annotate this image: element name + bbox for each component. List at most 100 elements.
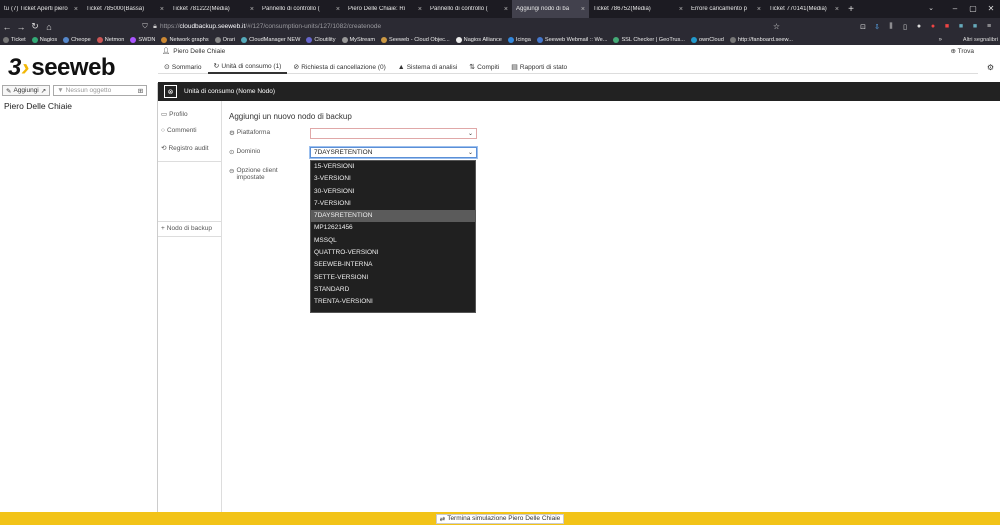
url-bar[interactable]: ⛉ 🔒︎ https://cloudbackup.seeweb.it/#/127… <box>140 20 780 33</box>
dropdown-option[interactable]: 3-VERSIONI <box>311 173 475 185</box>
bookmark-item[interactable]: ownCloud <box>688 37 727 43</box>
tab-list-icon[interactable]: ⌄ <box>924 0 938 18</box>
bookmark-item[interactable]: Ticket <box>0 37 29 43</box>
maximize-icon[interactable]: ▢ <box>964 0 982 18</box>
browser-tab[interactable]: Pannello di controllo (× <box>426 0 512 18</box>
browser-tab[interactable]: Ticket 786752(Media) × <box>589 0 687 18</box>
find-link[interactable]: ⊕ Trova <box>950 47 974 55</box>
subnav-backup-node[interactable]: + Nodo di backup <box>161 225 212 232</box>
nav-tab[interactable]: ⊘ Richiesta di cancellazione (0) <box>287 61 391 74</box>
bookmark-label: Ticket <box>11 37 26 43</box>
bookmarks-more-icon[interactable]: » <box>939 35 942 45</box>
library-icon[interactable]: ⫼ <box>884 23 898 31</box>
bookmark-item[interactable]: Icinga <box>505 37 534 43</box>
domain-select[interactable]: 7DAYSRETENTION ⌄ <box>310 147 477 158</box>
browser-tab[interactable]: Ticket 781222(Media) × <box>168 0 258 18</box>
dropdown-option[interactable]: SEEWEB-INTERNA <box>311 259 475 271</box>
extension-blue-icon[interactable]: ■ <box>954 23 968 30</box>
browser-tab[interactable]: Ticket 770141(Media) × <box>765 0 843 18</box>
nav-tab-icon: ▲ <box>397 63 405 71</box>
seeweb-logo[interactable]: 3› seeweb <box>8 53 148 83</box>
extension-icon[interactable]: ● <box>912 23 926 30</box>
bookmark-item[interactable]: SWDN <box>127 37 158 43</box>
tab-close-icon[interactable]: × <box>504 6 508 13</box>
other-bookmarks[interactable]: Altri segnalibri <box>963 35 1000 45</box>
new-tab-icon[interactable]: + <box>843 4 859 15</box>
nav-tab[interactable]: ▤ Rapporti di stato <box>505 61 573 74</box>
sidebar-icon[interactable]: ▯ <box>898 23 912 31</box>
tab-close-icon[interactable]: × <box>336 6 340 13</box>
bookmark-item[interactable]: SSL Checker | GeoTrus... <box>610 37 688 43</box>
shield-icon: ⛉ <box>142 22 148 30</box>
nav-tab[interactable]: ⇅ Compiti <box>463 61 505 74</box>
tab-close-icon[interactable]: × <box>835 6 839 13</box>
browser-tab[interactable]: Piero Delle Chiaie: Ri × <box>344 0 426 18</box>
dropdown-option[interactable]: STANDARD <box>311 284 475 296</box>
bookmark-item[interactable]: Cheope <box>60 37 94 43</box>
browser-tab[interactable]: tu (7) Ticket Aperti piero × <box>0 0 82 18</box>
back-icon[interactable]: ← <box>0 22 14 32</box>
subnav-audit[interactable]: ⟲ Registro audit <box>161 144 209 153</box>
minimize-icon[interactable]: – <box>946 0 964 18</box>
nav-tab[interactable]: ⊙ Sommario <box>158 61 208 74</box>
bookmark-item[interactable]: CloudManager NEW <box>238 37 303 43</box>
tab-close-icon[interactable]: × <box>418 6 422 13</box>
add-button[interactable]: ✎ Aggiungi ↗ <box>2 85 51 96</box>
domain-value: 7DAYSRETENTION <box>314 149 373 156</box>
bookmark-item[interactable]: Cloutility <box>303 37 338 43</box>
close-window-icon[interactable]: ✕ <box>982 0 1000 18</box>
dropdown-option[interactable]: MSSQL <box>311 235 475 247</box>
tree-item-user[interactable]: Piero Delle Chiaie <box>4 101 72 111</box>
hierarchy-icon[interactable]: ⊞ <box>138 87 143 95</box>
bookmark-item[interactable]: MyStream <box>339 37 379 43</box>
dropdown-option[interactable]: MP12621456 <box>311 222 475 234</box>
nav-tab[interactable]: ▲ Sistema di analisi <box>392 61 464 74</box>
dropdown-option[interactable]: SETTE-VERSIONI <box>311 272 475 284</box>
tab-close-icon[interactable]: × <box>160 6 164 13</box>
dropdown-option[interactable]: 15-VERSIONI <box>311 161 475 173</box>
download-icon[interactable]: ⇩ <box>870 23 884 31</box>
menu-icon[interactable]: ≡ <box>982 23 996 30</box>
bookmark-item[interactable]: Network graphs <box>158 37 211 43</box>
browser-tab[interactable]: Errore caricamento p × <box>687 0 765 18</box>
tab-close-icon[interactable]: × <box>679 6 683 13</box>
dropdown-option[interactable]: 7DAYSRETENTION <box>311 210 475 223</box>
browser-tab[interactable]: Pannello di controllo (× <box>258 0 344 18</box>
subnav-comments[interactable]: ○ Commenti <box>161 127 197 134</box>
bookmark-item[interactable]: Seeweb - Cloud Objec... <box>378 37 453 43</box>
reload-icon[interactable]: ↻ <box>28 21 42 32</box>
filter-input[interactable]: ▼ Nessun oggetto ⊞ <box>53 85 148 96</box>
platform-select[interactable]: ⌄ <box>310 128 477 139</box>
home-icon[interactable]: ⌂ <box>42 22 56 32</box>
dropdown-option[interactable]: 30-VERSIONI <box>311 186 475 198</box>
pocket-icon[interactable]: ⊡ <box>856 23 870 31</box>
current-user[interactable]: 👤︎ Piero Delle Chiaie <box>162 47 225 56</box>
browser-tab[interactable]: Ticket 785000(Bassa) × <box>82 0 168 18</box>
extension-red-icon[interactable]: ● <box>926 23 940 30</box>
bookmark-item[interactable]: Orari <box>212 37 238 43</box>
subnav-profile[interactable]: ▭ Profilo <box>161 110 188 119</box>
dropdown-option[interactable]: 7-VERSIONI <box>311 198 475 210</box>
bookmark-item[interactable]: Nagios Alliance <box>453 37 505 43</box>
forward-icon[interactable]: → <box>14 22 28 32</box>
bookmark-item[interactable]: Netmon <box>94 37 128 43</box>
tab-close-icon[interactable]: × <box>250 6 254 13</box>
dropdown-option[interactable]: QUATTRO-VERSIONI <box>311 247 475 259</box>
nav-tab[interactable]: ↻ Unità di consumo (1) <box>207 61 288 74</box>
extension-blue2-icon[interactable]: ■ <box>968 23 982 30</box>
gear-icon[interactable]: ⚙ <box>987 63 994 72</box>
browser-tab[interactable]: Aggiungi nodo di ba × <box>512 0 589 18</box>
bookmark-item[interactable]: Seeweb Webmail :: We... <box>534 37 611 43</box>
bookmark-item[interactable]: Nagios <box>29 37 60 43</box>
bookmark-item[interactable]: http://fanboard.seew... <box>727 37 796 43</box>
tab-close-icon[interactable]: × <box>74 6 78 13</box>
bookmark-star-icon[interactable]: ☆ <box>773 22 780 31</box>
tab-close-icon[interactable]: × <box>757 6 761 13</box>
dropdown-option[interactable]: TRENTA-VERSIONI <box>311 296 475 308</box>
close-panel-icon[interactable]: ⊗ <box>164 85 177 98</box>
bookmark-favicon-icon <box>31 37 38 43</box>
extension-red2-icon[interactable]: ■ <box>940 23 954 30</box>
nav-tab-icon: ↻ <box>213 63 220 70</box>
end-simulation-button[interactable]: ⇄ Termina simulazione Piero Delle Chiaie <box>435 513 565 524</box>
tab-close-icon[interactable]: × <box>581 6 585 13</box>
